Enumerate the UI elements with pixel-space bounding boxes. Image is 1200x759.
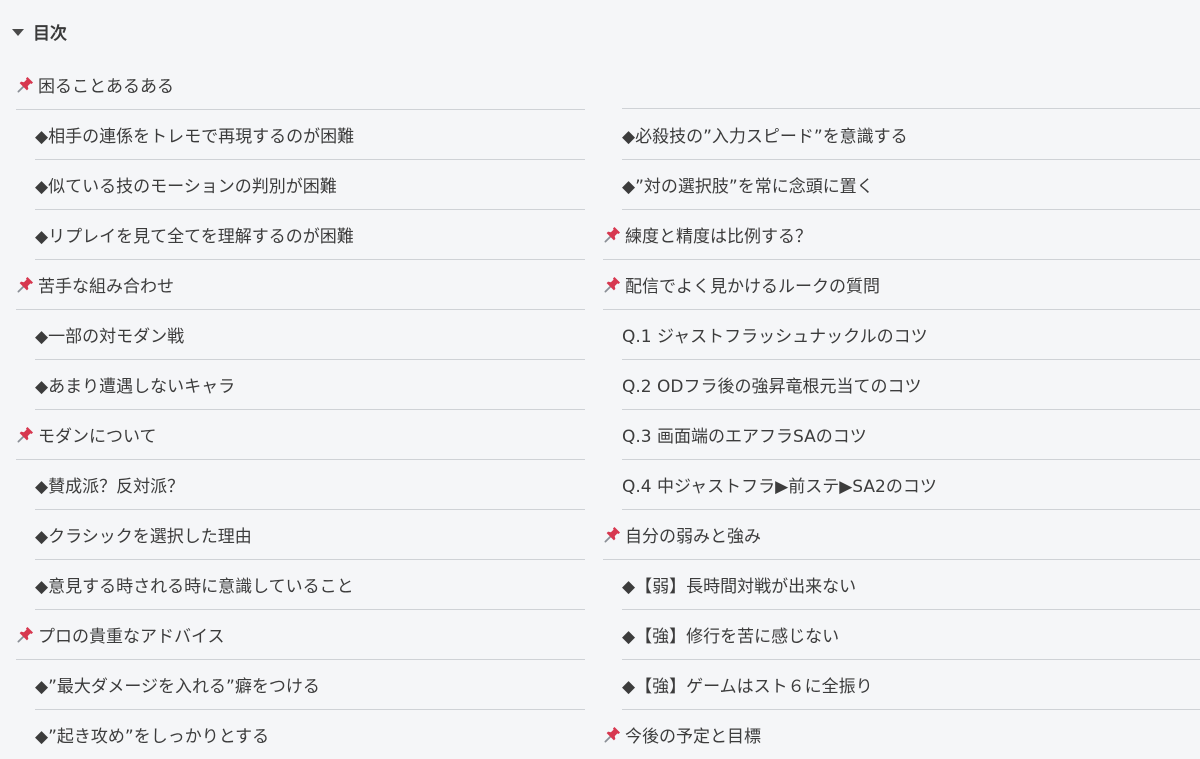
- pushpin-icon: [17, 626, 34, 642]
- toc-subsection-link[interactable]: Q.3 画面端のエアフラSAのコツ: [622, 409, 1200, 460]
- pushpin-icon: [604, 526, 621, 542]
- toc-subsection-link[interactable]: Q.1 ジャストフラッシュナックルのコツ: [622, 309, 1200, 360]
- toc-section-link[interactable]: プロの貴重なアドバイス: [16, 609, 585, 660]
- toc-subsection-link[interactable]: ◆”対の選択肢”を常に念頭に置く: [622, 159, 1200, 210]
- pushpin-icon: [17, 76, 34, 92]
- toc-link-text: 今後の予定と目標: [625, 726, 761, 747]
- toc-section-link[interactable]: 自分の弱みと強み: [603, 509, 1200, 560]
- toc-subsection-link[interactable]: Q.2 ODフラ後の強昇竜根元当てのコツ: [622, 359, 1200, 410]
- toc-link-text: 苦手な組み合わせ: [38, 276, 174, 297]
- toc-section-link[interactable]: 苦手な組み合わせ: [16, 259, 585, 310]
- toc-link-text: ◆【強】ゲームはスト６に全振り: [622, 676, 873, 697]
- pushpin-icon: [604, 276, 621, 292]
- toc-left-column: 困ることあるある ◆相手の連係をトレモで再現するのが困難 ◆似ている技のモーションの…: [14, 0, 585, 752]
- toc-link-text: Q.1 ジャストフラッシュナックルのコツ: [622, 326, 928, 347]
- toc-subsection-link[interactable]: Q.4 中ジャストフラ▶前ステ▶SA2のコツ: [622, 459, 1200, 510]
- toc-link-text: ◆賛成派？反対派？: [35, 476, 185, 497]
- toc-link-text: ◆必殺技の”入力スピード”を意識する: [622, 126, 908, 147]
- toc-subsection-link[interactable]: ◆賛成派？反対派？: [35, 459, 585, 510]
- toc-section-link[interactable]: 練度と精度は比例する？: [603, 209, 1200, 260]
- toc-section-link[interactable]: モダンについて: [16, 409, 585, 460]
- toc-link-text: 困ることあるある: [38, 76, 174, 97]
- toc-subsection-link[interactable]: ◆【弱】長時間対戦が出来ない: [622, 559, 1200, 610]
- toc-link-text: ◆”最大ダメージを入れる”癖をつける: [35, 676, 320, 697]
- toc-section-link[interactable]: 配信でよく見かけるルークの質問: [603, 259, 1200, 310]
- toc-link-text: ◆相手の連係をトレモで再現するのが困難: [35, 126, 355, 147]
- toc-subsection-link[interactable]: ◆【強】修行を苦に感じない: [622, 609, 1200, 660]
- toc-link-text: モダンについて: [38, 426, 157, 447]
- toc-right-column: ◆必殺技の”入力スピード”を意識する ◆”対の選択肢”を常に念頭に置く 練度と精度は…: [600, 0, 1200, 752]
- pushpin-icon: [17, 276, 34, 292]
- pushpin-icon: [604, 726, 621, 742]
- toc-link-text: Q.4 中ジャストフラ▶前ステ▶SA2のコツ: [622, 476, 937, 497]
- toc-subsection-link[interactable]: ◆一部の対モダン戦: [35, 309, 585, 360]
- toc-link-text: Q.3 画面端のエアフラSAのコツ: [622, 426, 867, 447]
- toc-subsection-link[interactable]: ◆クラシックを選択した理由: [35, 509, 585, 560]
- toc-subsection-link[interactable]: ◆あまり遭遇しないキャラ: [35, 359, 585, 410]
- toc-link-text: ◆”対の選択肢”を常に念頭に置く: [622, 176, 874, 197]
- toc-subsection-link[interactable]: ◆”最大ダメージを入れる”癖をつける: [35, 659, 585, 710]
- toc-subsection-link[interactable]: ◆リプレイを見て全てを理解するのが困難: [35, 209, 585, 260]
- toc-link-text: ◆一部の対モダン戦: [35, 326, 185, 347]
- toc-link-text: プロの貴重なアドバイス: [38, 626, 225, 647]
- toc-subsection-link[interactable]: ◆【強】ゲームはスト６に全振り: [622, 659, 1200, 710]
- toc-link-text: ◆似ている技のモーションの判別が困難: [35, 176, 337, 197]
- toc-subsection-link[interactable]: ◆相手の連係をトレモで再現するのが困難: [35, 109, 585, 160]
- toc-link-text: ◆【強】修行を苦に感じない: [622, 626, 840, 647]
- toc-link-text: ◆クラシックを選択した理由: [35, 526, 252, 547]
- toc-link-text: ◆【弱】長時間対戦が出来ない: [622, 576, 857, 597]
- toc-subsection-link[interactable]: ◆必殺技の”入力スピード”を意識する: [622, 109, 1200, 160]
- toc-link-text: Q.2 ODフラ後の強昇竜根元当てのコツ: [622, 376, 922, 397]
- toc-link-text: ◆あまり遭遇しないキャラ: [35, 376, 236, 397]
- pushpin-icon: [604, 226, 621, 242]
- toc-subsection-link[interactable]: ◆似ている技のモーションの判別が困難: [35, 159, 585, 210]
- toc-link-text: 自分の弱みと強み: [625, 526, 761, 547]
- toc-link-text: ◆リプレイを見て全てを理解するのが困難: [35, 226, 354, 247]
- pushpin-icon: [17, 426, 34, 442]
- toc-link-text: ◆”起き攻め”をしっかりとする: [35, 726, 270, 747]
- toc-link-text: ◆意見する時される時に意識していること: [35, 576, 354, 597]
- toc-subsection-link[interactable]: ◆意見する時される時に意識していること: [35, 559, 585, 610]
- toc-link-text: 練度と精度は比例する？: [625, 226, 812, 247]
- toc-link-text: 配信でよく見かけるルークの質問: [625, 276, 880, 297]
- toc-section-link[interactable]: 困ることあるある: [16, 59, 585, 110]
